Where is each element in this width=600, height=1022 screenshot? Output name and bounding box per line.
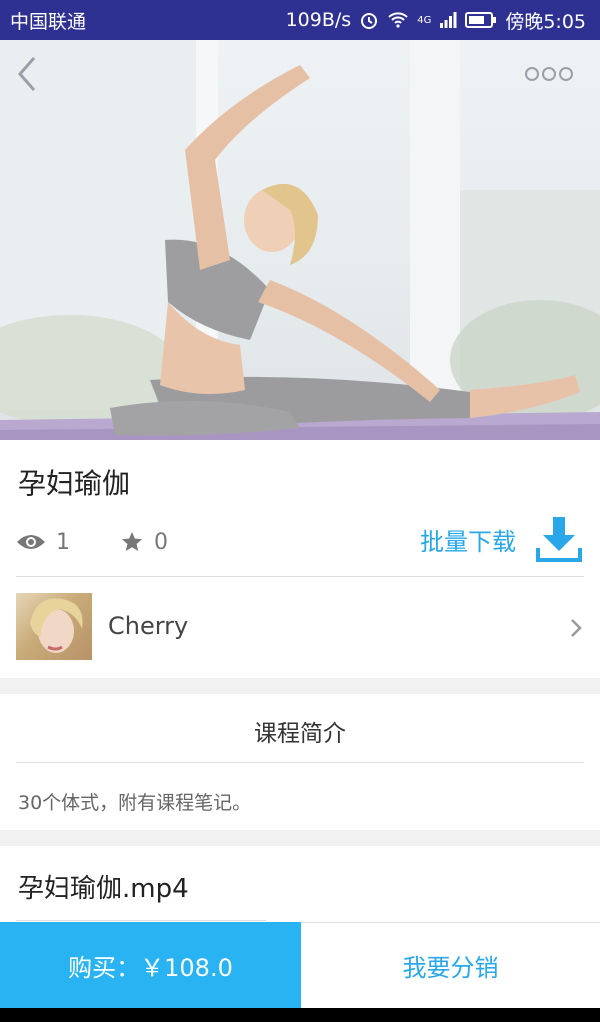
author-row[interactable]: Cherry bbox=[0, 578, 600, 678]
more-options-button[interactable] bbox=[524, 64, 574, 84]
course-title: 孕妇瑜伽 bbox=[18, 467, 131, 500]
divider bbox=[16, 920, 266, 921]
intro-description: 30个体式，附有课程笔记。 bbox=[18, 792, 252, 814]
distribute-button[interactable]: 我要分销 bbox=[301, 922, 600, 1008]
views-stat: 1 bbox=[16, 530, 70, 555]
stars-stat: 0 bbox=[120, 530, 168, 555]
divider bbox=[16, 576, 584, 577]
network-speed: 109B/s bbox=[285, 9, 352, 31]
back-button[interactable] bbox=[12, 54, 44, 94]
network-type: 4G bbox=[417, 14, 432, 26]
avatar bbox=[16, 593, 92, 660]
chevron-right-icon bbox=[571, 619, 582, 637]
course-intro-section: 课程简介 30个体式，附有课程笔记。 bbox=[0, 694, 600, 830]
views-count: 1 bbox=[56, 529, 70, 555]
clock: 傍晚5:05 bbox=[505, 10, 586, 33]
author-name: Cherry bbox=[108, 612, 189, 640]
eye-icon bbox=[17, 535, 45, 549]
batch-download-label: 批量下载 bbox=[420, 527, 516, 556]
stars-count: 0 bbox=[154, 529, 168, 555]
divider bbox=[16, 762, 584, 763]
buy-button[interactable]: 购买：￥108.0 bbox=[0, 922, 301, 1008]
wifi-icon bbox=[388, 12, 408, 28]
bottom-action-bar: 购买：￥108.0 我要分销 bbox=[0, 922, 600, 1008]
download-icon bbox=[536, 517, 582, 562]
course-cover-image bbox=[0, 40, 600, 440]
system-nav-bar bbox=[0, 1008, 600, 1022]
intro-heading: 课程简介 bbox=[254, 721, 346, 747]
star-icon bbox=[122, 532, 142, 551]
status-bar: 中国联通 109B/s 4G 傍晚5:05 bbox=[0, 0, 600, 40]
course-file-item[interactable]: 孕妇瑜伽.mp4 bbox=[0, 846, 600, 926]
signal-icon bbox=[440, 12, 457, 28]
yoga-illustration bbox=[0, 40, 600, 440]
batch-download-button[interactable]: 批量下载 bbox=[420, 514, 584, 564]
file-name: 孕妇瑜伽.mp4 bbox=[18, 874, 189, 904]
carrier-label: 中国联通 bbox=[10, 10, 87, 33]
alarm-icon bbox=[361, 13, 378, 29]
battery-icon bbox=[465, 12, 497, 28]
